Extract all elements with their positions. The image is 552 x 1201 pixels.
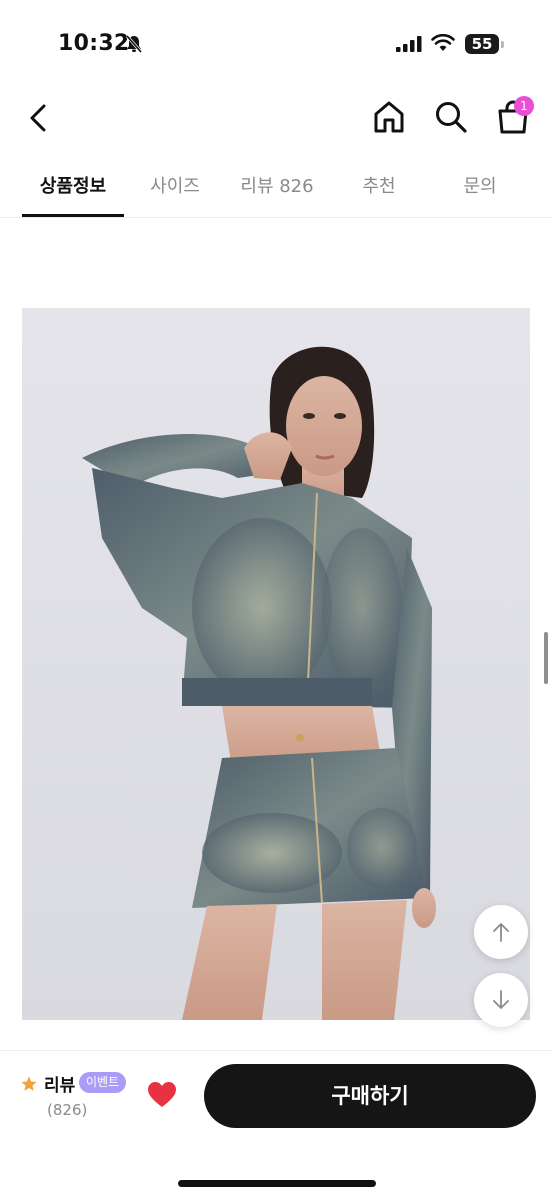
star-icon	[21, 1076, 37, 1091]
event-badge: 이벤트	[79, 1072, 127, 1093]
tab-size[interactable]: 사이즈	[124, 172, 226, 217]
scroll-to-top-button[interactable]	[474, 905, 528, 959]
home-icon[interactable]	[370, 98, 408, 136]
review-label[interactable]: 리뷰	[44, 1071, 75, 1096]
arrow-up-icon	[493, 923, 509, 942]
heart-icon[interactable]	[147, 1081, 177, 1109]
home-indicator[interactable]	[178, 1180, 376, 1187]
cart-count-badge: 1	[514, 96, 534, 116]
arrow-down-icon	[493, 990, 509, 1009]
tab-product-info[interactable]: 상품정보	[22, 172, 124, 217]
bottom-action-bar: 리뷰 이벤트 (826) 구매하기	[0, 1050, 552, 1201]
scroll-indicator[interactable]	[544, 632, 548, 684]
battery-icon: 55	[465, 34, 499, 54]
battery-cap	[501, 41, 504, 48]
buy-button[interactable]: 구매하기	[204, 1064, 536, 1128]
status-bar: 10:32 55	[0, 0, 552, 90]
status-time: 10:32	[58, 31, 130, 56]
review-count[interactable]: (826)	[47, 1101, 87, 1119]
product-photo-illustration	[22, 308, 530, 1020]
muted-bell-icon	[125, 35, 143, 53]
product-tabs: 상품정보 사이즈 리뷰 826 추천 문의	[0, 160, 552, 218]
tab-inquiry[interactable]: 문의	[430, 172, 530, 217]
scroll-to-bottom-button[interactable]	[474, 973, 528, 1027]
wifi-icon	[431, 34, 455, 51]
tab-recommend[interactable]: 추천	[328, 172, 430, 217]
tab-reviews[interactable]: 리뷰 826	[226, 172, 328, 217]
cellular-signal-icon	[396, 36, 422, 52]
product-image	[22, 308, 530, 1020]
nav-bar	[0, 90, 552, 150]
search-icon[interactable]	[432, 98, 470, 136]
battery-level: 55	[471, 35, 493, 53]
back-icon[interactable]	[22, 100, 58, 136]
